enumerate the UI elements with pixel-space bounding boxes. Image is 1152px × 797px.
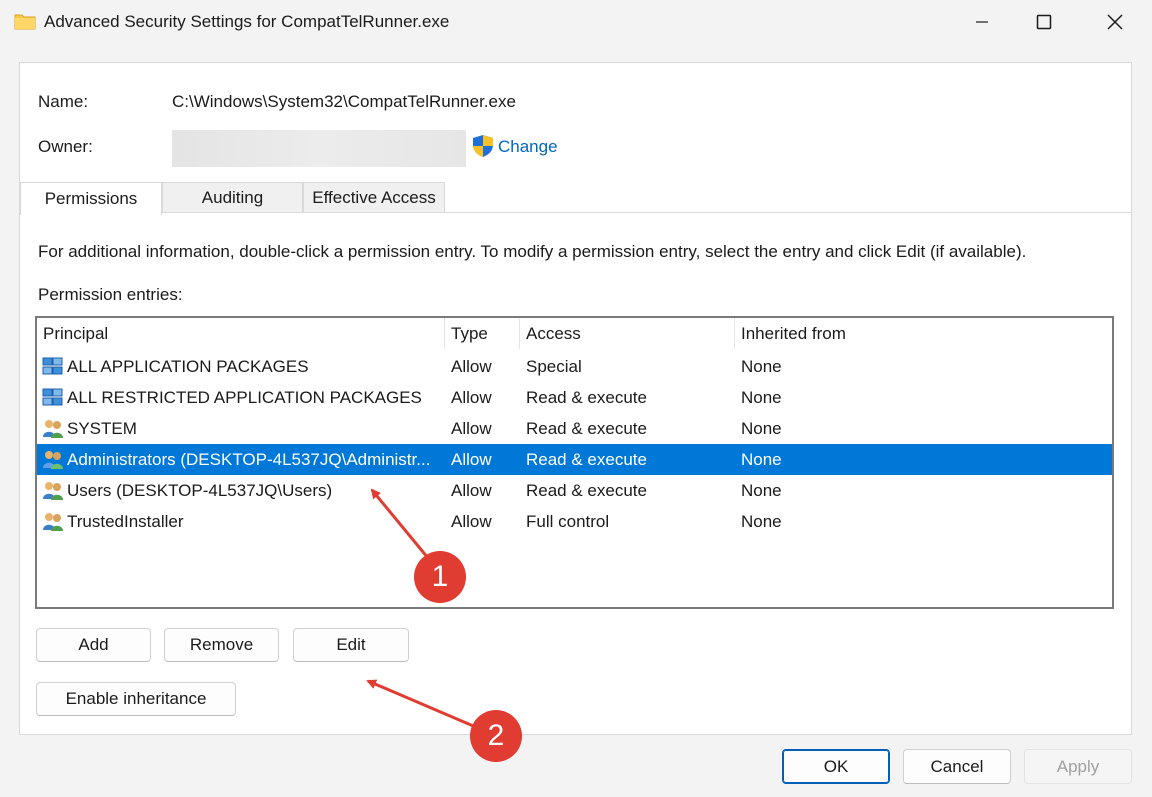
table-row[interactable]: TrustedInstaller Allow Full control None <box>37 506 1112 537</box>
inherited-cell: None <box>741 388 782 407</box>
inherited-cell: None <box>741 419 782 438</box>
table-row[interactable]: ALL APPLICATION PACKAGES Allow Special N… <box>37 351 1112 382</box>
inherited-cell: None <box>741 512 782 531</box>
tab-auditing[interactable]: Auditing <box>162 182 303 213</box>
cancel-button[interactable]: Cancel <box>903 749 1011 784</box>
type-cell: Allow <box>451 388 492 407</box>
info-text: For additional information, double-click… <box>38 242 1027 261</box>
type-cell: Allow <box>451 450 492 469</box>
table-row[interactable]: SYSTEM Allow Read & execute None <box>37 413 1112 444</box>
type-cell: Allow <box>451 481 492 500</box>
name-value: C:\Windows\System32\CompatTelRunner.exe <box>172 92 516 111</box>
tab-effective-access[interactable]: Effective Access <box>303 182 445 213</box>
add-button[interactable]: Add <box>36 628 151 662</box>
uac-shield-icon <box>473 135 493 157</box>
permission-entries-list[interactable]: Principal Type Access Inherited from ALL… <box>35 316 1114 609</box>
access-cell: Read & execute <box>526 481 647 500</box>
tab-divider <box>20 212 1131 213</box>
minimize-icon <box>976 21 988 23</box>
access-cell: Read & execute <box>526 388 647 407</box>
remove-button[interactable]: Remove <box>164 628 279 662</box>
principal-cell: ALL APPLICATION PACKAGES <box>67 357 309 376</box>
users-group-icon <box>43 482 63 500</box>
ok-button[interactable]: OK <box>782 749 890 784</box>
access-cell: Special <box>526 357 582 376</box>
principal-cell: Users (DESKTOP-4L537JQ\Users) <box>67 481 333 500</box>
tab-permissions[interactable]: Permissions <box>20 182 162 215</box>
minimize-button[interactable] <box>952 0 1012 44</box>
users-group-icon <box>43 451 63 469</box>
apply-button[interactable]: Apply <box>1024 749 1132 784</box>
owner-value-redacted <box>172 130 466 167</box>
table-row[interactable]: Users (DESKTOP-4L537JQ\Users) Allow Read… <box>37 475 1112 506</box>
name-label: Name: <box>38 92 89 111</box>
column-header-type[interactable]: Type <box>445 318 520 349</box>
table-row-selected[interactable]: Administrators (DESKTOP-4L537JQ\Administ… <box>37 444 1112 475</box>
principal-cell: ALL RESTRICTED APPLICATION PACKAGES <box>67 388 422 407</box>
column-header-access[interactable]: Access <box>520 318 735 349</box>
principal-cell: SYSTEM <box>67 419 137 438</box>
close-button[interactable] <box>1085 0 1145 44</box>
table-row[interactable]: ALL RESTRICTED APPLICATION PACKAGES Allo… <box>37 382 1112 413</box>
access-cell: Full control <box>526 512 610 531</box>
principal-cell: TrustedInstaller <box>67 512 184 531</box>
type-cell: Allow <box>451 419 492 438</box>
inherited-cell: None <box>741 357 782 376</box>
users-group-icon <box>43 513 63 531</box>
maximize-icon <box>1036 14 1052 30</box>
app-packages-icon <box>42 388 63 406</box>
annotation-marker-2: 2 <box>470 710 522 762</box>
folder-icon <box>14 14 36 30</box>
title-bar: Advanced Security Settings for CompatTel… <box>0 0 1152 44</box>
owner-label: Owner: <box>38 137 93 156</box>
app-packages-icon <box>42 357 63 375</box>
edit-button[interactable]: Edit <box>293 628 409 662</box>
users-group-icon <box>43 420 63 438</box>
column-header-inherited-from[interactable]: Inherited from <box>735 318 1112 349</box>
access-cell: Read & execute <box>526 450 647 469</box>
access-cell: Read & execute <box>526 419 647 438</box>
annotation-marker-1: 1 <box>414 551 466 603</box>
type-cell: Allow <box>451 357 492 376</box>
close-icon <box>1107 14 1123 30</box>
maximize-button[interactable] <box>1014 0 1074 44</box>
window-title: Advanced Security Settings for CompatTel… <box>44 12 450 31</box>
enable-inheritance-button[interactable]: Enable inheritance <box>36 682 236 716</box>
principal-cell: Administrators (DESKTOP-4L537JQ\Administ… <box>67 450 431 469</box>
column-header-principal[interactable]: Principal <box>37 318 445 349</box>
type-cell: Allow <box>451 512 492 531</box>
inherited-cell: None <box>741 481 782 500</box>
permission-entries-label: Permission entries: <box>38 285 183 304</box>
change-owner-link[interactable]: Change <box>498 137 558 157</box>
inherited-cell: None <box>741 450 782 469</box>
